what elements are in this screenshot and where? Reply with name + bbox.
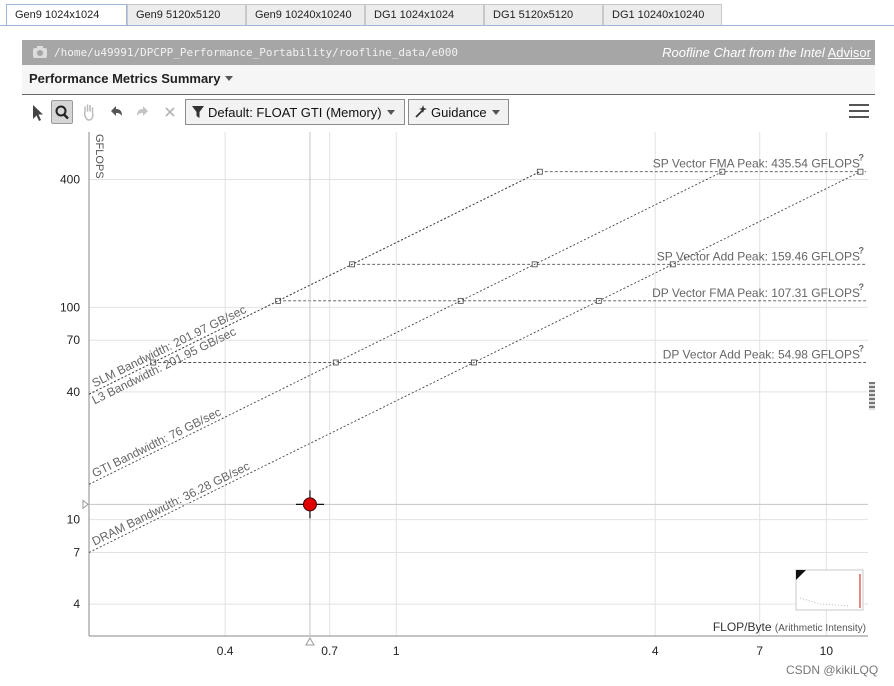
summary-header[interactable]: Performance Metrics Summary bbox=[22, 65, 875, 95]
bandwidth-roof-label: SLM Bandwidth: 201.97 GB/sec bbox=[90, 302, 249, 390]
x-tick-label: 7 bbox=[756, 644, 763, 658]
tab-label: DG1 5120x5120 bbox=[493, 9, 574, 21]
y-tick-label: 70 bbox=[67, 333, 81, 347]
y-tick-label: 4 bbox=[73, 597, 80, 611]
selection-crosshair bbox=[82, 132, 868, 646]
compute-roof-label: DP Vector Add Peak: 54.98 GFLOPS bbox=[663, 348, 860, 362]
redo-button[interactable] bbox=[132, 100, 154, 124]
zoom-tool-button[interactable] bbox=[51, 100, 73, 124]
y-tick-label: 100 bbox=[60, 300, 80, 314]
summary-title: Performance Metrics Summary bbox=[29, 71, 234, 86]
redo-arrow-icon bbox=[137, 106, 148, 116]
tab-label: Gen9 10240x10240 bbox=[255, 9, 352, 21]
x-tick-label: 1 bbox=[393, 644, 400, 658]
tab-label: Gen9 5120x5120 bbox=[136, 9, 221, 21]
y-tick-label: 7 bbox=[73, 546, 80, 560]
chevron-down-icon bbox=[491, 110, 500, 115]
undo-button[interactable] bbox=[105, 100, 127, 124]
chart-grid bbox=[89, 132, 868, 636]
roof-intersection-marker bbox=[536, 168, 543, 175]
tab-gen9-5120[interactable]: Gen9 5120x5120 bbox=[127, 4, 246, 26]
camera-icon[interactable] bbox=[32, 45, 48, 59]
x-tick-label: 10 bbox=[820, 644, 834, 658]
brand-prefix: Roofline Chart from the Intel bbox=[662, 45, 825, 60]
title-bar: /home/u49991/DPCPP_Performance_Portabili… bbox=[22, 40, 875, 65]
undo-arrow-icon bbox=[111, 106, 122, 116]
watermark: CSDN @kikiLQQ bbox=[786, 663, 879, 677]
tab-label: Gen9 1024x1024 bbox=[15, 9, 100, 21]
y-tick-label: 10 bbox=[67, 513, 81, 527]
bandwidth-roof-label: DRAM Bandwidth: 36.28 GB/sec bbox=[90, 459, 252, 549]
tick-labels: 0.4 0.7 1 4 7 10 4 7 10 40 70 100 400 bbox=[60, 173, 833, 658]
cursor-arrow-icon bbox=[33, 105, 43, 121]
tab-dg1-5120[interactable]: DG1 5120x5120 bbox=[484, 4, 603, 26]
compute-roofs: SP Vector FMA Peak: 435.54 GFLOPS?SP Vec… bbox=[150, 153, 866, 366]
filter-dropdown[interactable]: Default: FLOAT GTI (Memory) bbox=[185, 99, 405, 125]
tab-label: DG1 10240x10240 bbox=[612, 9, 705, 21]
project-path: /home/u49991/DPCPP_Performance_Portabili… bbox=[54, 46, 458, 59]
help-question-icon: ? bbox=[859, 153, 865, 163]
tab-strip: Gen9 1024x1024 Gen9 5120x5120 Gen9 10240… bbox=[0, 4, 894, 26]
roof-intersection-marker bbox=[669, 261, 676, 268]
chart-minimap[interactable] bbox=[795, 569, 864, 611]
help-question-icon: ? bbox=[859, 344, 865, 354]
splitter-handle[interactable] bbox=[869, 382, 875, 410]
bandwidth-roof-label: GTI Bandwidth: 76 GB/sec bbox=[90, 405, 224, 480]
hand-icon bbox=[84, 104, 94, 121]
hamburger-menu-icon[interactable] bbox=[849, 104, 869, 120]
advisor-link[interactable]: Advisor bbox=[828, 45, 871, 60]
tab-gen9-1024[interactable]: Gen9 1024x1024 bbox=[6, 4, 127, 26]
pan-tool-button[interactable] bbox=[78, 100, 100, 124]
chevron-down-icon bbox=[386, 110, 395, 115]
chevron-down-icon bbox=[225, 76, 234, 81]
roof-intersection-marker bbox=[857, 168, 864, 175]
filter-label: Default: FLOAT GTI (Memory) bbox=[208, 105, 382, 120]
roofline-chart[interactable]: 0.4 0.7 1 4 7 10 4 7 10 40 70 100 400 SP Vector FMA … bbox=[0, 128, 894, 663]
pointer-tool-button[interactable] bbox=[26, 100, 48, 124]
compute-roof-label: SP Vector Add Peak: 159.46 GFLOPS bbox=[657, 249, 860, 263]
chart-axes bbox=[88, 132, 868, 637]
x-tick-label: 0.7 bbox=[321, 644, 338, 658]
guidance-label: Guidance bbox=[431, 105, 487, 120]
x-tick-label: 4 bbox=[652, 644, 659, 658]
tab-label: DG1 1024x1024 bbox=[374, 9, 455, 21]
close-icon bbox=[165, 107, 175, 117]
compute-roof-label: SP Vector FMA Peak: 435.54 GFLOPS bbox=[653, 157, 860, 171]
summary-label: Performance Metrics Summary bbox=[29, 71, 221, 86]
filter-funnel-icon bbox=[192, 106, 204, 118]
brand-text: Roofline Chart from the Intel Advisor bbox=[662, 45, 871, 60]
roofline-toolbar: Default: FLOAT GTI (Memory) Guidance bbox=[22, 96, 875, 128]
bandwidth-roof-line bbox=[88, 171, 723, 485]
loop-points[interactable] bbox=[295, 490, 324, 519]
loop-point[interactable] bbox=[302, 497, 317, 512]
tab-gen9-10240[interactable]: Gen9 10240x10240 bbox=[246, 4, 365, 26]
y-tick-label: 40 bbox=[67, 385, 81, 399]
y-tick-label: 400 bbox=[60, 173, 80, 187]
tab-divider bbox=[0, 25, 894, 26]
help-question-icon: ? bbox=[859, 282, 865, 292]
x-tick-label: 0.4 bbox=[217, 644, 234, 658]
y-marker-triangle bbox=[82, 499, 89, 510]
magic-wand-icon bbox=[415, 105, 427, 118]
magnifier-icon bbox=[55, 105, 69, 120]
compute-roof-label: DP Vector FMA Peak: 107.31 GFLOPS bbox=[652, 286, 860, 300]
y-axis-label: GFLOPS bbox=[93, 134, 105, 179]
tab-dg1-1024[interactable]: DG1 1024x1024 bbox=[365, 4, 484, 26]
help-question-icon: ? bbox=[859, 245, 865, 255]
roof-intersection-marker bbox=[719, 168, 726, 175]
x-axis-label: FLOP/Byte (Arithmetic Intensity) bbox=[713, 620, 866, 634]
clear-button[interactable] bbox=[159, 100, 181, 124]
guidance-dropdown[interactable]: Guidance bbox=[408, 99, 509, 125]
tab-dg1-10240[interactable]: DG1 10240x10240 bbox=[603, 4, 722, 26]
x-marker-triangle bbox=[305, 636, 315, 646]
